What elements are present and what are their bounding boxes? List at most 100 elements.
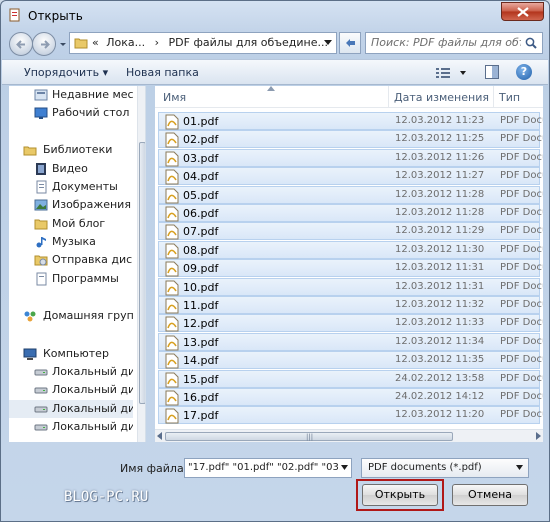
column-type-header[interactable]: Тип xyxy=(499,91,520,104)
nav-item-recent-places[interactable]: Недавние места xyxy=(9,86,133,104)
scrollbar-grip: ||| xyxy=(306,433,314,441)
breadcrumb-separator[interactable]: › xyxy=(155,36,159,49)
scroll-right-icon[interactable] xyxy=(535,432,541,440)
chevron-down-icon xyxy=(516,465,523,470)
file-name: 02.pdf xyxy=(183,133,219,147)
nav-item-my-blog[interactable]: Мой блог xyxy=(9,215,133,233)
search-icon[interactable] xyxy=(525,37,537,49)
nav-scrollbar-thumb[interactable] xyxy=(139,142,145,404)
horizontal-scrollbar[interactable]: ||| xyxy=(155,429,543,442)
cancel-button[interactable]: Отмена xyxy=(452,484,528,506)
watermark: BLOG-PC.RU xyxy=(64,489,149,505)
file-row[interactable]: 05.pdf 12.03.2012 11:28 PDF Docu xyxy=(158,185,543,204)
address-bar[interactable]: « Лока... › PDF файлы для объедине... xyxy=(69,32,337,54)
file-date: 12.03.2012 11:28 xyxy=(395,207,485,218)
music-icon xyxy=(36,237,46,248)
refresh-button[interactable] xyxy=(339,32,361,54)
file-row[interactable]: 08.pdf 12.03.2012 11:30 PDF Docu xyxy=(158,240,543,259)
file-date: 24.02.2012 14:12 xyxy=(395,391,485,402)
preview-pane-icon[interactable] xyxy=(484,64,500,80)
filetype-select[interactable]: PDF documents (*.pdf) xyxy=(361,458,529,478)
column-divider[interactable] xyxy=(388,86,389,108)
nav-item-pictures[interactable]: Изображения xyxy=(9,196,133,214)
change-view-button[interactable] xyxy=(434,65,470,81)
arrow-left-icon xyxy=(16,40,25,49)
search-input[interactable] xyxy=(371,36,521,49)
pictures-icon xyxy=(34,199,48,211)
file-row[interactable]: 15.pdf 24.02.2012 13:58 PDF Docu xyxy=(158,369,543,388)
scroll-left-icon[interactable] xyxy=(157,432,163,440)
pdf-file-icon xyxy=(165,390,179,406)
open-file-dialog: Открыть « Лока... › PDF файлы для объеди… xyxy=(0,0,550,522)
breadcrumb-pdf-folder[interactable]: PDF файлы для объедине... xyxy=(169,36,328,49)
file-date: 12.03.2012 11:35 xyxy=(395,354,485,366)
open-button[interactable]: Открыть xyxy=(362,484,438,506)
forward-button[interactable] xyxy=(32,32,56,56)
nav-item-music[interactable]: Музыка xyxy=(9,233,133,251)
file-name: 10.pdf xyxy=(183,280,219,294)
file-row[interactable]: 12.pdf 12.03.2012 11:33 PDF Docu xyxy=(158,314,543,333)
file-type: PDF Docu xyxy=(500,243,543,255)
file-row[interactable]: 03.pdf 12.03.2012 11:26 PDF Docu xyxy=(158,148,543,167)
file-row[interactable]: 06.pdf 12.03.2012 11:28 PDF Docu xyxy=(158,204,543,222)
filename-combobox[interactable]: "17.pdf" "01.pdf" "02.pdf" "03.pdf" xyxy=(184,458,352,478)
file-name: 14.pdf xyxy=(183,354,219,368)
filetype-value: PDF documents (*.pdf) xyxy=(368,462,482,473)
file-row[interactable]: 09.pdf 12.03.2012 11:31 PDF Docu xyxy=(158,259,543,278)
file-name: 16.pdf xyxy=(183,391,219,404)
file-row[interactable]: 01.pdf 12.03.2012 11:23 PDF Docu xyxy=(158,112,543,130)
file-list: Имя Дата изменения Тип 01.pdf 12.03.2012 … xyxy=(155,86,543,442)
column-date-header[interactable]: Дата изменения xyxy=(394,91,489,104)
nav-item-video[interactable]: Видео xyxy=(9,160,133,178)
column-name-header[interactable]: Имя xyxy=(163,91,186,104)
file-row[interactable]: 11.pdf 12.03.2012 11:32 PDF Docu xyxy=(158,296,543,314)
close-button[interactable] xyxy=(501,2,544,21)
file-date: 24.02.2012 13:58 xyxy=(395,372,485,384)
documents-icon xyxy=(36,180,47,194)
nav-item-programs[interactable]: Программы xyxy=(9,270,133,288)
address-overflow-chevron[interactable]: « xyxy=(92,36,99,49)
nav-item-local-disk-2[interactable]: Локальный диск xyxy=(9,381,133,399)
recent-pages-dropdown[interactable] xyxy=(58,38,68,50)
file-row[interactable]: 07.pdf 12.03.2012 11:29 PDF Docu xyxy=(158,222,543,241)
new-folder-button[interactable]: Новая папка xyxy=(126,66,199,79)
help-icon[interactable]: ? xyxy=(516,64,532,80)
file-type: PDF Docu xyxy=(500,170,543,182)
folder-icon xyxy=(34,219,48,230)
nav-item-computer[interactable]: Компьютер xyxy=(9,345,133,363)
chevron-down-icon[interactable] xyxy=(341,465,348,470)
nav-item-local-disk-4[interactable]: Локальный диск xyxy=(9,418,133,436)
app-icon xyxy=(9,8,20,22)
filename-input[interactable]: "17.pdf" "01.pdf" "02.pdf" "03.pdf" xyxy=(188,462,340,473)
file-type: PDF Docu xyxy=(500,335,543,347)
back-button[interactable] xyxy=(9,32,33,56)
column-header-row: Имя Дата изменения Тип xyxy=(155,86,543,108)
file-type: PDF Docu xyxy=(500,115,543,126)
nav-item-homegroup[interactable]: Домашняя группа xyxy=(9,307,133,325)
file-date: 12.03.2012 11:20 xyxy=(395,409,485,421)
nav-item-disc-burning[interactable]: Отправка дисков xyxy=(9,251,133,269)
file-row[interactable]: 16.pdf 24.02.2012 14:12 PDF Docu xyxy=(158,388,543,406)
file-row[interactable]: 02.pdf 12.03.2012 11:25 PDF Docu xyxy=(158,130,543,149)
file-row[interactable]: 13.pdf 12.03.2012 11:34 PDF Docu xyxy=(158,332,543,351)
horizontal-scrollbar-thumb[interactable]: ||| xyxy=(165,432,453,441)
file-row[interactable]: 04.pdf 12.03.2012 11:27 PDF Docu xyxy=(158,167,543,186)
nav-item-local-disk-1[interactable]: Локальный диск xyxy=(9,363,133,381)
search-box[interactable] xyxy=(365,32,543,54)
file-row[interactable]: 10.pdf 12.03.2012 11:31 PDF Docu xyxy=(158,277,543,296)
file-date: 12.03.2012 11:31 xyxy=(395,262,485,274)
nav-item-libraries[interactable]: Библиотеки xyxy=(9,141,133,159)
nav-item-local-disk-3[interactable]: Локальный диск xyxy=(9,400,133,418)
file-row[interactable]: 14.pdf 12.03.2012 11:35 PDF Docu xyxy=(158,351,543,370)
column-divider[interactable] xyxy=(493,86,494,108)
chevron-down-icon[interactable] xyxy=(324,40,332,46)
nav-item-desktop[interactable]: Рабочий стол xyxy=(9,104,133,122)
file-date: 12.03.2012 11:32 xyxy=(395,299,485,310)
organize-menu[interactable]: Упорядочить ▾ xyxy=(24,66,108,79)
programs-icon xyxy=(36,272,47,286)
pdf-file-icon xyxy=(165,243,179,259)
nav-item-documents[interactable]: Документы xyxy=(9,178,133,196)
nav-scrollbar[interactable] xyxy=(137,86,145,442)
breadcrumb-local-disk[interactable]: Лока... xyxy=(106,36,145,49)
file-row[interactable]: 17.pdf 12.03.2012 11:20 PDF Docu xyxy=(158,406,543,425)
